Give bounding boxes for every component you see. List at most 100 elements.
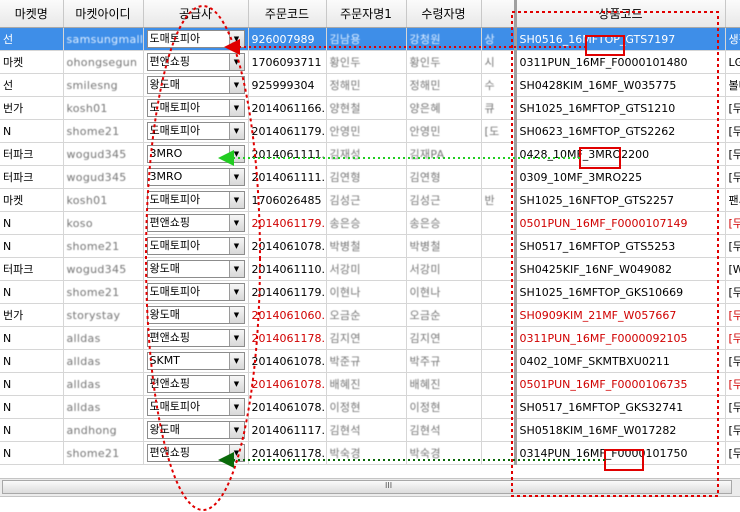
cell-mid[interactable]	[481, 280, 517, 304]
table-row[interactable]: Nalldas SKMT ▼ 2014061078... 박준규 박주규 0402_10MF…	[0, 349, 740, 373]
supplier-dropdown[interactable]: 도매토피아 ▼	[146, 283, 245, 301]
scrollbar-thumb[interactable]	[2, 480, 732, 494]
cell-mid[interactable]: 상	[481, 27, 517, 51]
cell-extra[interactable]: 팬시	[725, 188, 740, 212]
cell-product-code[interactable]: SH0518KIM_16MF_W017282	[515, 418, 726, 442]
cell-mid[interactable]	[481, 257, 517, 281]
cell-market-id[interactable]: alldas	[63, 395, 144, 419]
cell-buyer[interactable]: 이현나	[326, 280, 407, 304]
chevron-down-icon[interactable]: ▼	[228, 77, 244, 93]
cell-extra[interactable]: LG헤	[725, 50, 740, 74]
cell-supplier[interactable]: 도매토피아 ▼	[143, 234, 249, 258]
table-row[interactable]: Nalldas 편앤쇼핑 ▼ 2014061078... 배혜진 배혜진 0501PUN_1…	[0, 372, 740, 396]
chevron-down-icon[interactable]: ▼	[228, 238, 244, 254]
cell-product-code[interactable]: 0311PUN_16MF_F0000092105	[515, 326, 726, 350]
supplier-dropdown[interactable]: 도매토피아 ▼	[146, 99, 245, 117]
table-row[interactable]: 터파크 wogud345 왕도매 ▼ 2014061110... 서강미 서강미 SH0425…	[0, 257, 740, 281]
cell-supplier[interactable]: 도매토피아 ▼	[143, 188, 249, 212]
cell-mid[interactable]: [도	[481, 119, 517, 143]
chevron-down-icon[interactable]: ▼	[228, 100, 244, 116]
cell-order-code[interactable]: 2014061111...	[248, 165, 327, 189]
cell-market-id[interactable]: shome21	[63, 119, 144, 143]
cell-buyer[interactable]: 김남용	[326, 27, 407, 51]
cell-mid[interactable]	[481, 211, 517, 235]
cell-product-code[interactable]: SH0909KIM_21MF_W057667	[515, 303, 726, 327]
cell-receiver[interactable]: 박병철	[406, 234, 482, 258]
cell-product-code[interactable]: SH1025_16NFTOP_GTS2257	[515, 188, 726, 212]
table-row[interactable]: 번가 kosh01 도매토피아 ▼ 2014061166... 양현철 양은혜 큐 SH1025…	[0, 96, 740, 120]
cell-mid[interactable]: 큐	[481, 96, 517, 120]
cell-mid[interactable]	[481, 418, 517, 442]
cell-supplier[interactable]: 왕도매 ▼	[143, 257, 249, 281]
cell-extra[interactable]: [무	[725, 119, 740, 143]
cell-order-code[interactable]: 2014061117...	[248, 418, 327, 442]
supplier-dropdown[interactable]: 도매토피아 ▼	[146, 30, 245, 48]
cell-order-code[interactable]: 1706026485	[248, 188, 327, 212]
cell-market[interactable]: N	[0, 211, 64, 235]
chevron-down-icon[interactable]: ▼	[228, 376, 244, 392]
chevron-down-icon[interactable]: ▼	[228, 54, 244, 70]
cell-supplier[interactable]: 도매토피아 ▼	[143, 27, 249, 51]
cell-product-code[interactable]: SH0517_16MFTOP_GTS5253	[515, 234, 726, 258]
cell-order-code[interactable]: 925999304	[248, 73, 327, 97]
table-row[interactable]: 번가 storystay 왕도매 ▼ 2014061060... 오금순 오금순 SH0909…	[0, 303, 740, 327]
cell-mid[interactable]	[481, 326, 517, 350]
cell-supplier[interactable]: 편앤쇼핑 ▼	[143, 441, 249, 465]
cell-order-code[interactable]: 2014061179...	[248, 119, 327, 143]
col-header-buyer[interactable]: 주문자명1	[326, 0, 407, 28]
cell-extra[interactable]: [무	[725, 303, 740, 327]
cell-receiver[interactable]: 김지연	[406, 326, 482, 350]
cell-market[interactable]: N	[0, 326, 64, 350]
cell-market[interactable]: 선	[0, 27, 64, 51]
cell-extra[interactable]: [무	[725, 418, 740, 442]
cell-receiver[interactable]: 김재PA	[406, 142, 482, 166]
supplier-dropdown[interactable]: 왕도매 ▼	[146, 260, 245, 278]
table-row[interactable]: 선 smilesng 왕도매 ▼ 925999304 정해민 정해민 수 SH0428KIM_1…	[0, 73, 740, 97]
table-row[interactable]: 마켓 kosh01 도매토피아 ▼ 1706026485 김성근 김성근 반 SH1025_16…	[0, 188, 740, 212]
cell-supplier[interactable]: 편앤쇼핑 ▼	[143, 211, 249, 235]
cell-buyer[interactable]: 이정현	[326, 395, 407, 419]
cell-market[interactable]: 터파크	[0, 165, 64, 189]
cell-supplier[interactable]: SKMT ▼	[143, 349, 249, 373]
cell-extra[interactable]: [Wh	[725, 257, 740, 281]
cell-receiver[interactable]: 정해민	[406, 73, 482, 97]
supplier-dropdown[interactable]: 편앤쇼핑 ▼	[146, 329, 245, 347]
cell-market[interactable]: 번가	[0, 303, 64, 327]
cell-extra[interactable]: [무	[725, 234, 740, 258]
cell-supplier[interactable]: 왕도매 ▼	[143, 303, 249, 327]
table-row[interactable]: 선 samsungmall 도매토피아 ▼ 926007989 김남용 강청원 상 SH0516…	[0, 27, 740, 51]
cell-mid[interactable]	[481, 349, 517, 373]
cell-market-id[interactable]: shome21	[63, 234, 144, 258]
chevron-down-icon[interactable]: ▼	[228, 146, 244, 162]
supplier-dropdown[interactable]: 편앤쇼핑 ▼	[146, 53, 245, 71]
col-header-supplier[interactable]: 공급사	[143, 0, 249, 28]
cell-market[interactable]: 선	[0, 73, 64, 97]
cell-market[interactable]: N	[0, 280, 64, 304]
cell-receiver[interactable]: 서강미	[406, 257, 482, 281]
cell-buyer[interactable]: 김현석	[326, 418, 407, 442]
cell-extra[interactable]: 볼마	[725, 73, 740, 97]
cell-receiver[interactable]: 송은승	[406, 211, 482, 235]
cell-extra[interactable]: [무	[725, 326, 740, 350]
chevron-down-icon[interactable]: ▼	[228, 330, 244, 346]
chevron-down-icon[interactable]: ▼	[228, 261, 244, 277]
cell-receiver[interactable]: 김현석	[406, 418, 482, 442]
supplier-dropdown[interactable]: 왕도매 ▼	[146, 306, 245, 324]
cell-order-code[interactable]: 2014061111...	[248, 142, 327, 166]
cell-market[interactable]: 마켓	[0, 188, 64, 212]
col-header-extra[interactable]	[725, 0, 740, 28]
cell-mid[interactable]: 시	[481, 50, 517, 74]
cell-buyer[interactable]: 박병철	[326, 234, 407, 258]
cell-market-id[interactable]: andhong	[63, 418, 144, 442]
cell-order-code[interactable]: 2014061110...	[248, 257, 327, 281]
cell-supplier[interactable]: 편앤쇼핑 ▼	[143, 326, 249, 350]
cell-supplier[interactable]: 도매토피아 ▼	[143, 119, 249, 143]
cell-buyer[interactable]: 박준규	[326, 349, 407, 373]
cell-market-id[interactable]: alldas	[63, 326, 144, 350]
cell-product-code[interactable]: SH0517_16MFTOP_GKS32741	[515, 395, 726, 419]
cell-receiver[interactable]: 황인두	[406, 50, 482, 74]
cell-order-code[interactable]: 2014061078...	[248, 395, 327, 419]
chevron-down-icon[interactable]: ▼	[228, 353, 244, 369]
cell-extra[interactable]: [무	[725, 280, 740, 304]
cell-market-id[interactable]: alldas	[63, 349, 144, 373]
